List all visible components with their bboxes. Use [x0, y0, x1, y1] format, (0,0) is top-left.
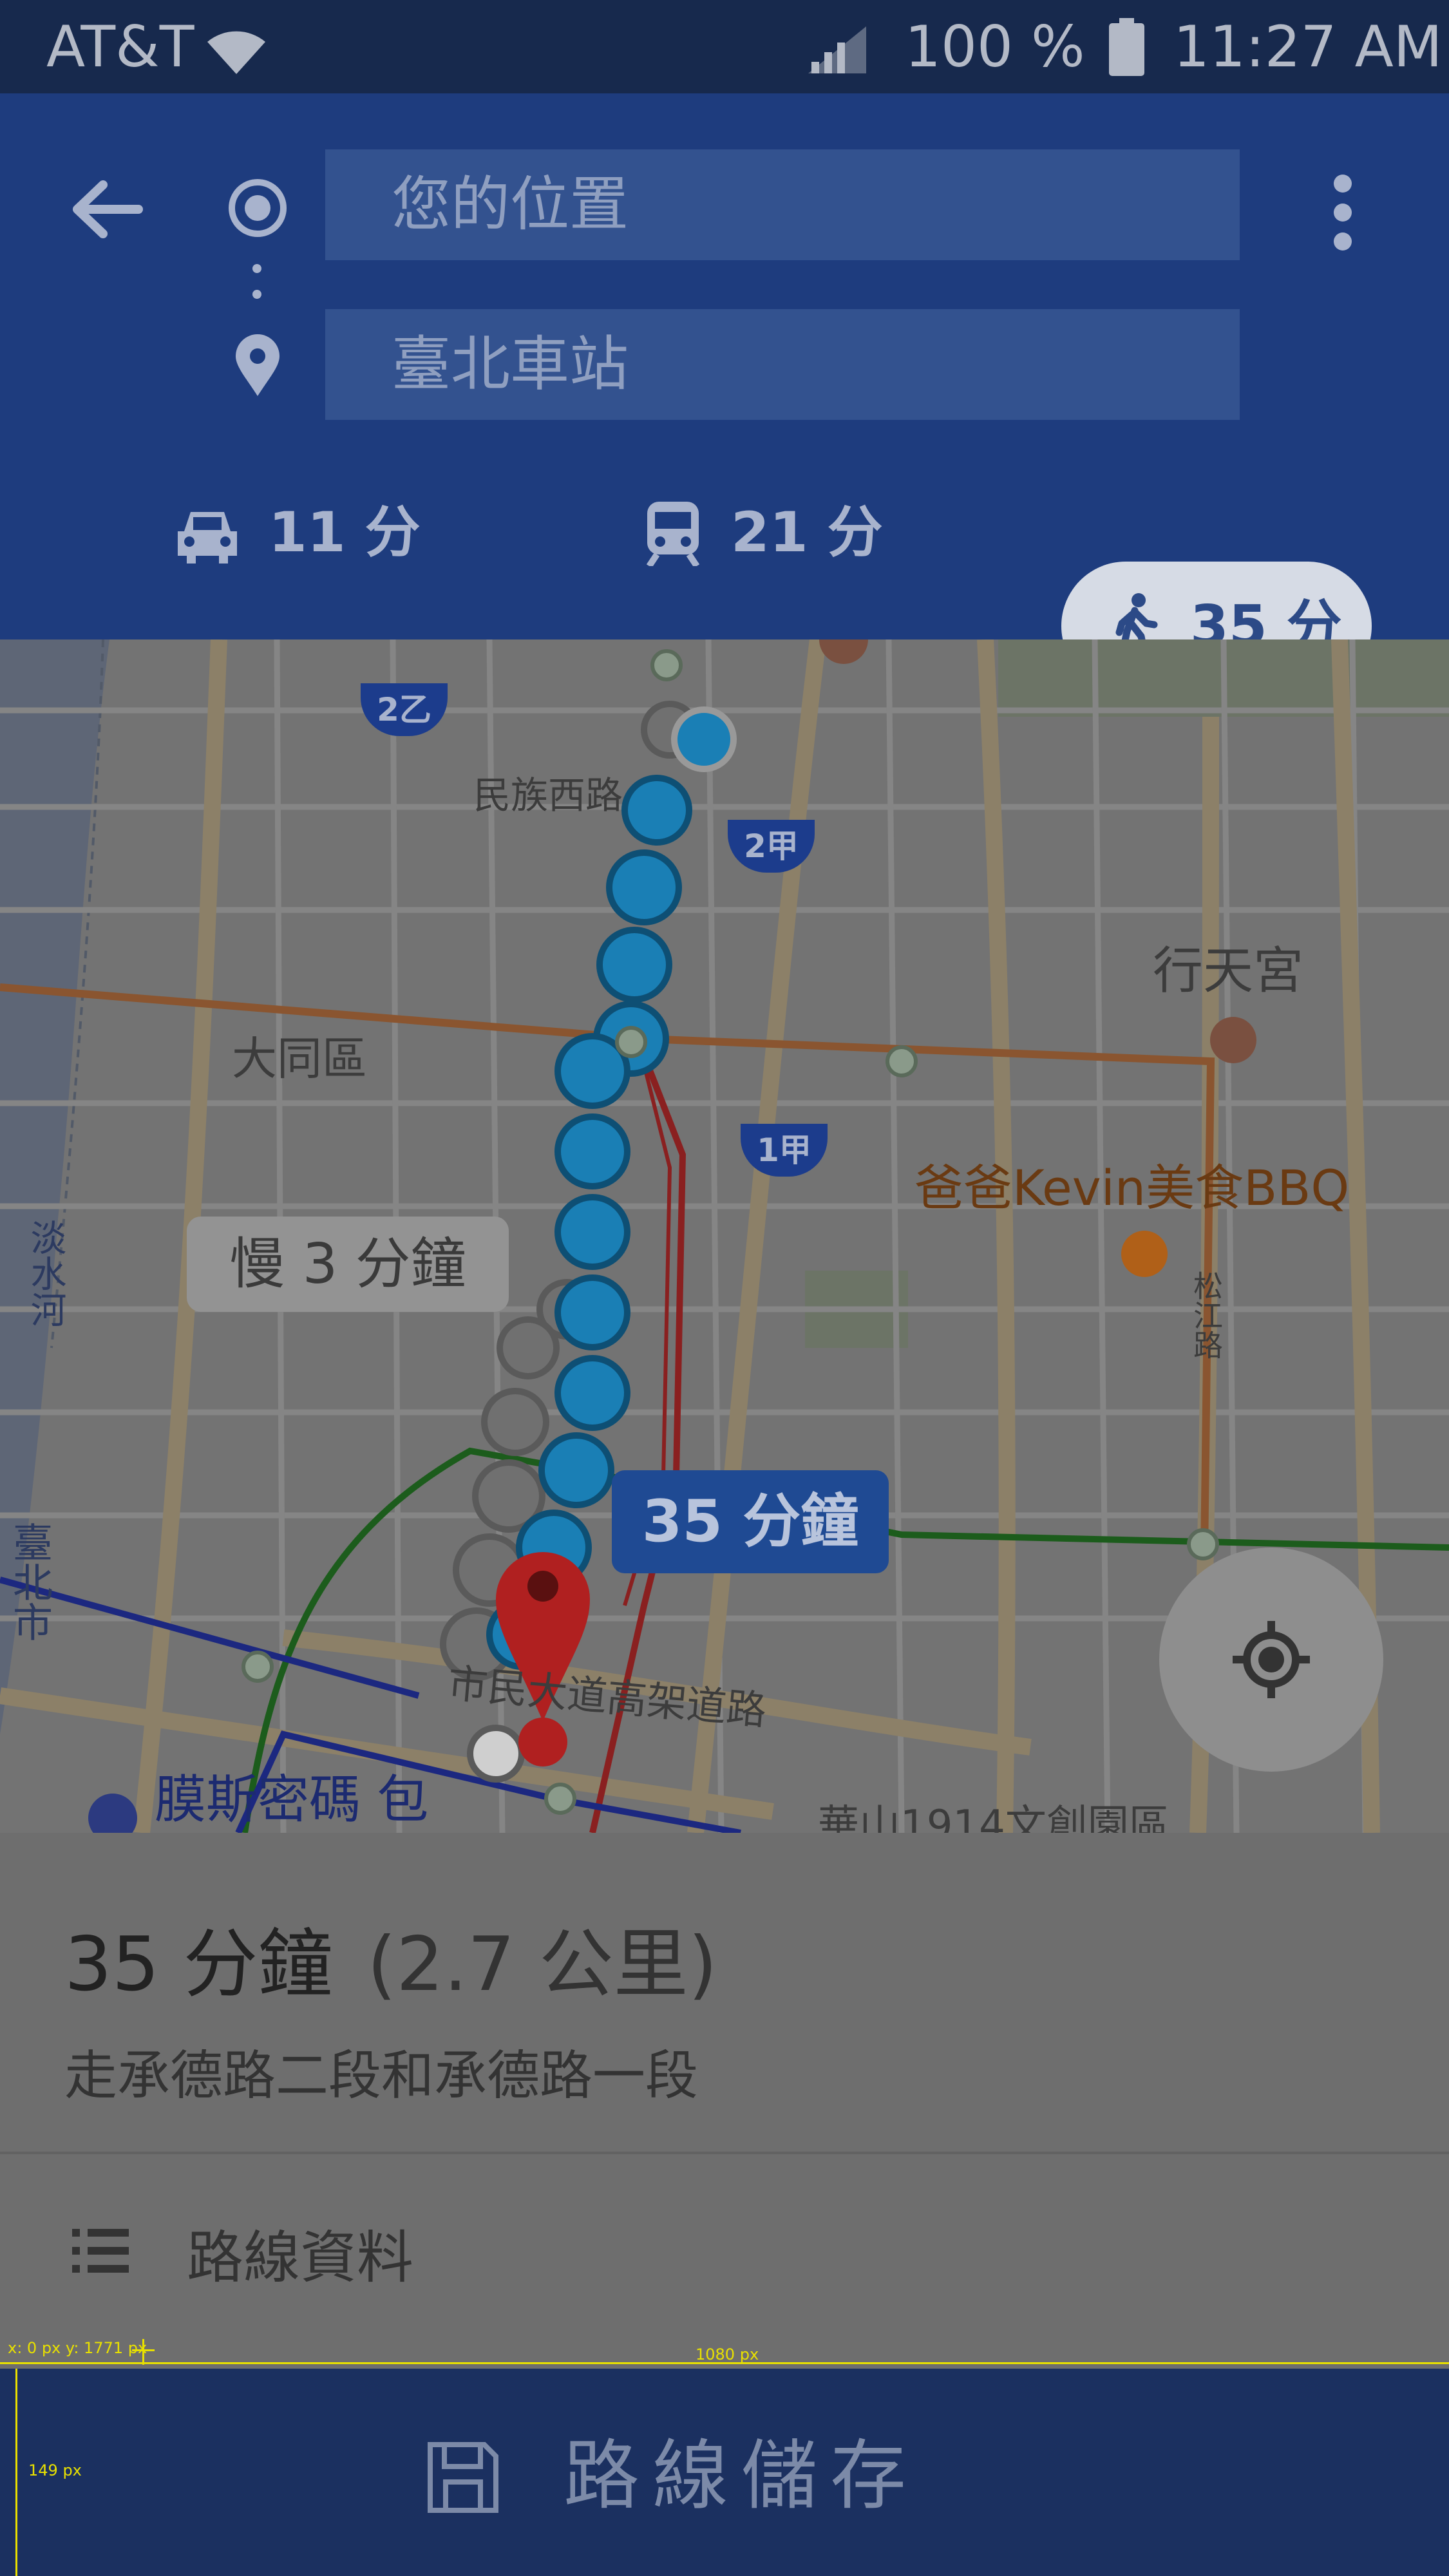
- map-label: 華山1914文創園區: [818, 1802, 1170, 1833]
- battery-percent: 100 %: [905, 14, 1085, 80]
- destination-pin-icon: [236, 334, 279, 396]
- measure-coords: x: 0 px y: 1771 px: [8, 2339, 147, 2357]
- route-connector-dot: [252, 290, 261, 299]
- map-label: 爸爸Kevin美食BBQ: [914, 1159, 1350, 1217]
- transit-time: 21 分: [731, 500, 883, 565]
- route-duration: 35 分鐘: [64, 1921, 333, 2008]
- list-icon: [72, 2229, 129, 2273]
- map-view[interactable]: 2乙 2甲 1甲 民族西路 大同區 行天宮 爸爸Kevin美食BBQ 松江路 淡…: [0, 639, 1449, 1833]
- carrier-label: AT&T: [46, 14, 194, 80]
- destination-input[interactable]: 臺北車站: [325, 309, 1240, 420]
- map-label: 松江路: [1189, 1271, 1224, 1359]
- signal-icon: [808, 26, 866, 73]
- alt-route-callout[interactable]: 慢 3 分鐘: [187, 1217, 509, 1312]
- save-route-label: 路線儲存: [564, 2431, 920, 2520]
- map-label: 大同區: [232, 1032, 367, 1085]
- map-label: 淡水河: [24, 1219, 66, 1327]
- temple-poi-icon: [1210, 1017, 1256, 1063]
- origin-dot-icon: [229, 179, 287, 237]
- route-distance: (2.7 公里): [367, 1921, 717, 2008]
- car-icon: [178, 512, 237, 564]
- mode-drive-button[interactable]: 11 分: [169, 468, 439, 597]
- measure-height-label: 149 px: [28, 2461, 82, 2479]
- battery-icon: [1109, 18, 1144, 76]
- crosshair-icon: [1233, 1621, 1310, 1698]
- restaurant-poi-icon: [1121, 1231, 1168, 1277]
- save-icon: [428, 2442, 498, 2513]
- wifi-icon: [207, 31, 265, 74]
- my-location-button[interactable]: [1159, 1548, 1383, 1772]
- shop-poi-icon: [88, 1794, 137, 1833]
- map-label: 臺北市: [6, 1522, 53, 1642]
- status-bar: AT&T 100 % 11:27 AM: [0, 0, 1449, 93]
- map-label: 行天宮: [1153, 942, 1304, 1000]
- back-arrow-icon[interactable]: [68, 177, 145, 242]
- origin-input[interactable]: 您的位置: [325, 149, 1240, 260]
- train-icon: [646, 502, 700, 566]
- my-location-dot: [671, 706, 737, 772]
- directions-header: 您的位置 臺北車站 11 分 21 分 35 分: [0, 93, 1449, 690]
- more-options-icon[interactable]: [1327, 167, 1359, 258]
- route-time-callout[interactable]: 35 分鐘: [612, 1470, 889, 1573]
- route-connector-dot: [252, 264, 261, 273]
- route-summary-sheet[interactable]: 35 分鐘 (2.7 公里) 走承德路二段和承德路一段 路線資料: [0, 1833, 1449, 2369]
- map-label: 膜斯密碼 包: [155, 1770, 429, 1830]
- route-details-label: 路線資料: [187, 2224, 414, 2291]
- measure-guide-vertical: [15, 2369, 17, 2576]
- drive-time: 11 分: [269, 500, 421, 565]
- save-route-bar[interactable]: 路線儲存: [0, 2369, 1449, 2576]
- measure-width-label: 1080 px: [696, 2345, 759, 2363]
- mode-transit-button[interactable]: 21 分: [641, 468, 911, 597]
- clock: 11:27 AM: [1173, 14, 1443, 80]
- map-label: 民族西路: [473, 773, 623, 817]
- route-details-button[interactable]: 路線資料: [0, 2154, 1449, 2369]
- route-via: 走承德路二段和承德路一段: [64, 2045, 699, 2107]
